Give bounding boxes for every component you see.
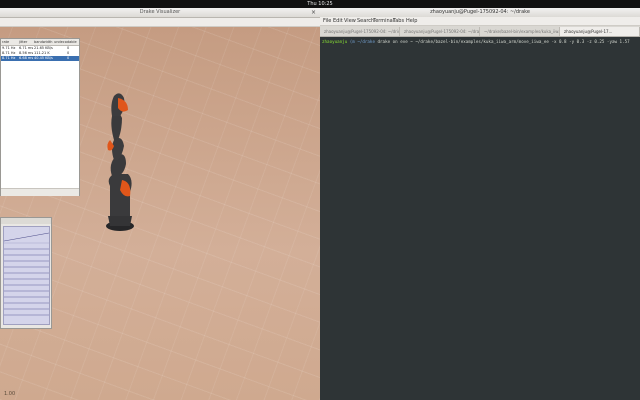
terminal-window[interactable]: zhaoyuanju@Pugel-175092-04: ~/drake File… [320,8,640,400]
robot-link-4 [111,112,122,140]
terminal-menubar: File Edit View Search Terminal Tabs Help [320,17,640,26]
lcm-timing-panel[interactable]: rate jitter bandwidth undecodable 9.71 H… [0,38,80,196]
terminal-tab[interactable]: ~/drake/bazel-bin/examples/kuka_iiw... [480,27,560,36]
menu-tabs[interactable]: Tabs [393,17,404,25]
prompt-path: (m ~/drake [349,39,375,44]
menu-view[interactable]: View [344,17,356,25]
cell-undecodable: 0 [67,56,70,60]
command-text: drake on eve ~ ~/drake/bazel-bin/example… [377,39,630,44]
cell-rate: 8.71 Hz [2,56,16,60]
menu-file[interactable]: File [323,17,331,25]
prompt-user: zhaoyuanju [322,39,348,44]
timing-table-header: rate jitter bandwidth undecodable [1,39,79,46]
signal-plot-panel[interactable] [0,217,52,329]
drake-visualizer-window[interactable]: Drake Visualizer × rate jitter bandwidth… [0,8,320,400]
robot-base [108,216,132,226]
column-bandwidth[interactable]: bandwidth [34,39,52,45]
fps-readout: 1.00 [4,391,16,397]
viewer-menubar[interactable] [0,18,320,27]
cell-bandwidth: 40.45 KB/s [34,56,53,60]
terminal-tab[interactable]: zhaoyuanju@Pugel-175092-04: ~/driv... [320,27,400,36]
terminal-tab-active[interactable]: zhaoyuanju@Pugel-17... [560,27,640,36]
terminal-command-line: zhaoyuanju (m ~/drake drake on eve ~ ~/d… [322,39,630,45]
terminal-tabbar: zhaoyuanju@Pugel-175092-04: ~/driv... zh… [320,26,640,37]
menu-edit[interactable]: Edit [333,17,343,25]
cell-jitter: 6.68 ms [19,56,34,60]
menu-search[interactable]: Search [357,17,374,25]
timing-panel-statusbar [1,188,79,196]
column-undecodable[interactable]: undecodable [54,39,77,45]
menu-terminal[interactable]: Terminal [373,17,394,25]
plot-trace [4,232,49,242]
clock[interactable]: Thu 10:25 [0,0,640,8]
terminal-output[interactable]: zhaoyuanju (m ~/drake drake on eve ~ ~/d… [320,37,640,400]
terminal-tab[interactable]: zhaoyuanju@Pugel-175092-04: ~/drake/baze… [400,27,480,36]
plot-area[interactable] [3,226,50,325]
column-rate[interactable]: rate [2,39,9,45]
column-jitter[interactable]: jitter [19,39,27,45]
plot-toolbar[interactable] [1,218,51,224]
table-row-selected[interactable]: 8.71 Hz 6.68 ms 40.45 KB/s 0 [1,56,79,61]
viewer-title: Drake Visualizer [139,9,181,15]
menu-help[interactable]: Help [406,17,417,25]
kuka-iiwa-robot-arm[interactable] [100,90,140,232]
terminal-title: zhaoyuanju@Pugel-175092-04: ~/drake [430,9,530,15]
robot-joint-accent-3 [118,98,128,112]
close-icon[interactable]: × [310,9,317,16]
